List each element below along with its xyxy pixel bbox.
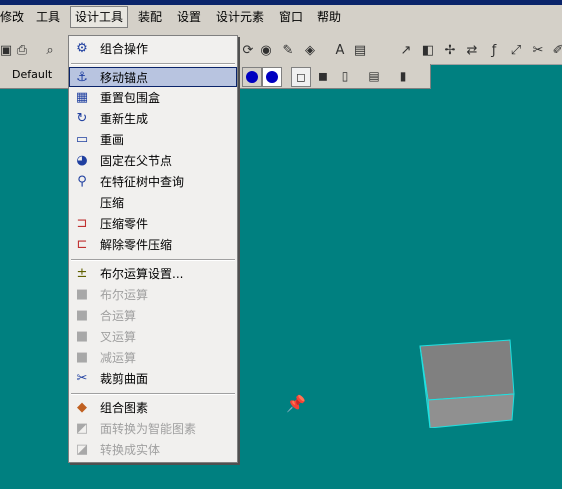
boolean-icon: ■: [75, 287, 89, 302]
tree-query-icon: ⚲: [77, 174, 87, 189]
rotate-icon[interactable]: ⟳: [240, 43, 256, 59]
brush-icon[interactable]: ✎: [280, 43, 296, 59]
menu-item-combine[interactable]: ⚙ 组合操作: [70, 39, 236, 59]
cut-icon[interactable]: ✂: [530, 43, 546, 59]
find-icon[interactable]: ⌕: [42, 43, 58, 59]
eraser-icon[interactable]: ◈: [302, 43, 318, 59]
union-icon: ■: [75, 308, 89, 323]
boolean-settings-icon: ±: [76, 266, 88, 281]
3d-box-shape[interactable]: [418, 338, 518, 428]
trim-surface-icon: ✂: [76, 371, 88, 386]
menu-separator: [71, 259, 235, 261]
menu-item-move-anchor[interactable]: ⚓ 移动锚点: [69, 67, 237, 87]
transform-icon[interactable]: ⇄: [464, 43, 480, 59]
cube-tool-icon[interactable]: ◧: [420, 43, 436, 59]
menu-item-reset-bounding-box[interactable]: ▦ 重置包围盒: [70, 88, 236, 108]
menu-window[interactable]: 窗口: [275, 7, 307, 27]
smooth-shade-button[interactable]: [262, 67, 282, 87]
menu-item-intersect[interactable]: ■ 叉运算: [70, 327, 236, 347]
menu-help[interactable]: 帮助: [313, 7, 345, 27]
menu-design-elements[interactable]: 设计元素: [212, 7, 268, 27]
menu-item-face-to-smart[interactable]: ◩ 面转换为智能图素: [70, 419, 236, 439]
menu-settings[interactable]: 设置: [173, 7, 205, 27]
material-icon[interactable]: ▮: [394, 67, 412, 85]
menu-tools[interactable]: 工具: [32, 7, 64, 27]
combine-icon: ⚙: [76, 41, 88, 56]
design-tools-menu: ⚙ 组合操作 ⚓ 移动锚点 ▦ 重置包围盒 ↻ 重新生成 ▭ 重画 ◕ 固定在父…: [68, 35, 238, 463]
print-icon[interactable]: ⎙: [14, 43, 30, 59]
menu-separator: [71, 63, 235, 65]
menu-item-compress-part[interactable]: ⊐ 压缩零件: [70, 214, 236, 234]
menu-item-boolean-settings[interactable]: ± 布尔运算设置...: [70, 264, 236, 284]
shade-mode-button[interactable]: [242, 67, 262, 87]
arrow-icon[interactable]: ↗: [398, 43, 414, 59]
panel-icon[interactable]: ▤: [365, 67, 383, 85]
menu-item-group-elements[interactable]: ◆ 组合图素: [70, 398, 236, 418]
menu-modify[interactable]: 修改: [0, 7, 28, 27]
save-icon[interactable]: ▣: [0, 43, 14, 59]
bounding-box-icon: ▦: [75, 90, 89, 105]
menu-bar: 修改 工具 设计工具 装配 设置 设计元素 窗口 帮助: [0, 5, 562, 39]
menu-item-boolean[interactable]: ■ 布尔运算: [70, 285, 236, 305]
uncompress-part-icon: ⊏: [76, 237, 88, 252]
menu-item-regenerate[interactable]: ↻ 重新生成: [70, 109, 236, 129]
menu-item-uncompress-part[interactable]: ⊏ 解除零件压缩: [70, 235, 236, 255]
intersect-icon: ■: [75, 329, 89, 344]
text-icon[interactable]: A: [332, 43, 348, 59]
solid-cube-icon[interactable]: ◼: [314, 67, 332, 85]
pushpin-cursor-icon: 📌: [286, 394, 306, 413]
wireframe-cube-icon[interactable]: ◻: [291, 67, 311, 87]
menu-item-convert-solid[interactable]: ◪ 转换成实体: [70, 440, 236, 460]
menu-item-compress[interactable]: 压缩: [70, 193, 236, 213]
pin-to-parent-icon: ◕: [76, 153, 88, 168]
anchor-icon: ⚓: [76, 70, 88, 85]
function-icon[interactable]: ƒ: [486, 43, 502, 59]
axis-icon[interactable]: ✢: [442, 43, 458, 59]
regenerate-icon: ↻: [76, 111, 88, 126]
menu-item-pin-to-parent[interactable]: ◕ 固定在父节点: [70, 151, 236, 171]
cylinder-icon[interactable]: ▯: [336, 67, 354, 85]
subtract-icon: ■: [75, 350, 89, 365]
menu-design-tools[interactable]: 设计工具: [70, 6, 129, 28]
compress-icon: [74, 195, 90, 211]
menu-item-trim-surface[interactable]: ✂ 裁剪曲面: [70, 369, 236, 389]
menu-item-query-tree[interactable]: ⚲ 在特征树中查询: [70, 172, 236, 192]
style-combobox[interactable]: Default: [8, 67, 68, 83]
face-to-smart-icon: ◩: [75, 421, 89, 436]
properties-icon[interactable]: ▤: [352, 43, 368, 59]
menu-separator: [71, 393, 235, 395]
color-icon[interactable]: ◉: [258, 43, 274, 59]
compress-part-icon: ⊐: [76, 216, 88, 231]
edit-icon[interactable]: ✐: [550, 43, 562, 59]
menu-item-redraw[interactable]: ▭ 重画: [70, 130, 236, 150]
menu-item-subtract[interactable]: ■ 减运算: [70, 348, 236, 368]
measure-icon[interactable]: ⤢: [508, 43, 524, 59]
menu-assembly[interactable]: 装配: [134, 7, 166, 27]
convert-solid-icon: ◪: [75, 442, 89, 457]
menu-item-union[interactable]: ■ 合运算: [70, 306, 236, 326]
redraw-icon: ▭: [75, 132, 89, 147]
group-elements-icon: ◆: [77, 400, 87, 415]
